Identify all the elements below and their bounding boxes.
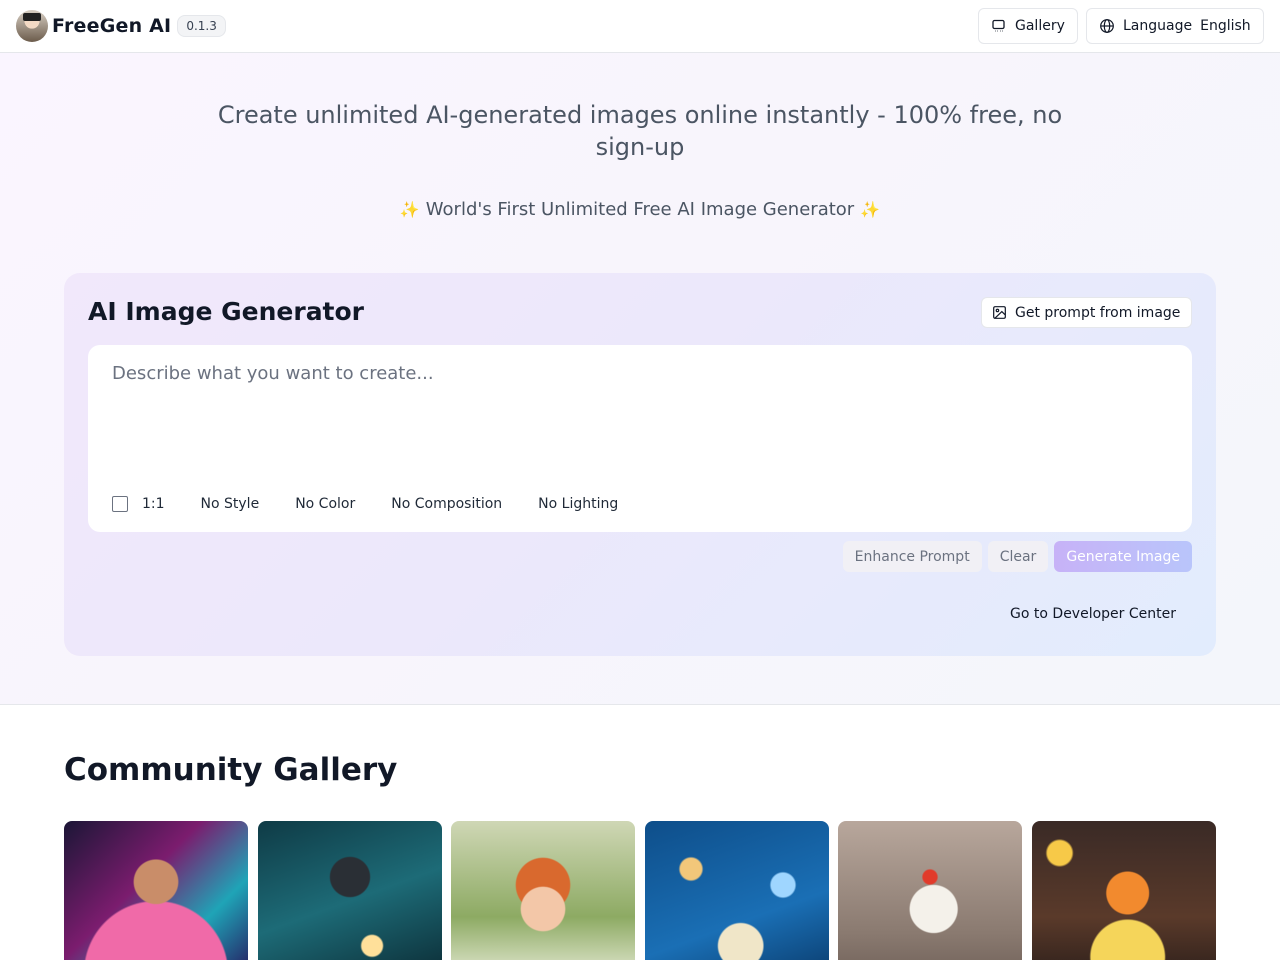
version-badge: 0.1.3 [177,15,226,37]
generate-image-button[interactable]: Generate Image [1054,541,1192,572]
gallery-button[interactable]: Gallery [978,8,1078,44]
baby-in-flowers-image[interactable] [451,821,636,960]
generator-actions: Enhance Prompt Clear Generate Image [837,541,1192,572]
gallery-icon [992,19,1005,32]
globe-icon [1100,19,1114,33]
underwater-welder-image[interactable] [257,821,442,960]
prompt-box: 1:1 No Style No Color No Composition No … [88,345,1192,532]
image-icon [993,306,1006,319]
get-prompt-from-image-label: Get prompt from image [1015,304,1181,321]
lighting-select[interactable]: No Lighting [538,496,618,512]
hero-section: Create unlimited AI-generated images onl… [0,53,1280,705]
enhance-prompt-button[interactable]: Enhance Prompt [842,541,982,572]
community-gallery-title: Community Gallery [64,752,398,788]
get-prompt-from-image-button[interactable]: Get prompt from image [981,297,1192,328]
app-name: FreeGen AI [52,15,172,37]
generation-options: 1:1 No Style No Color No Composition No … [112,496,654,512]
rooster-singer-image[interactable] [838,821,1023,960]
neon-portrait-image[interactable] [64,821,248,960]
brand[interactable]: FreeGen AI 0.1.3 [16,10,226,42]
diamonds-image[interactable] [644,821,829,960]
image-generator-card: AI Image Generator Get prompt from image… [64,273,1216,656]
generator-title: AI Image Generator [88,297,365,326]
aspect-ratio-select[interactable]: 1:1 [142,496,165,512]
clear-button[interactable]: Clear [987,541,1049,572]
top-navigation-bar: FreeGen AI 0.1.3 Gallery Language Englis… [0,0,1280,53]
anime-girl-image[interactable] [1031,821,1216,960]
gallery-grid [64,821,1216,960]
sparkle-icon: ✨ [399,200,420,219]
prompt-input[interactable] [88,345,1192,475]
gallery-button-label: Gallery [1015,18,1065,34]
style-select[interactable]: No Style [201,496,260,512]
color-select[interactable]: No Color [295,496,355,512]
app-logo [16,10,48,42]
composition-select[interactable]: No Composition [391,496,502,512]
hero-subtitle: ✨ World's First Unlimited Free AI Image … [0,199,1280,220]
option-checkbox[interactable] [112,496,128,512]
language-value: English [1200,18,1251,34]
sparkle-icon: ✨ [860,200,881,219]
hero-tagline: Create unlimited AI-generated images onl… [217,101,1063,161]
developer-center-link[interactable]: Go to Developer Center [1010,606,1176,622]
hero-subtitle-text: World's First Unlimited Free AI Image Ge… [425,199,855,220]
language-label: Language [1123,18,1193,34]
language-selector[interactable]: Language English [1086,8,1264,44]
